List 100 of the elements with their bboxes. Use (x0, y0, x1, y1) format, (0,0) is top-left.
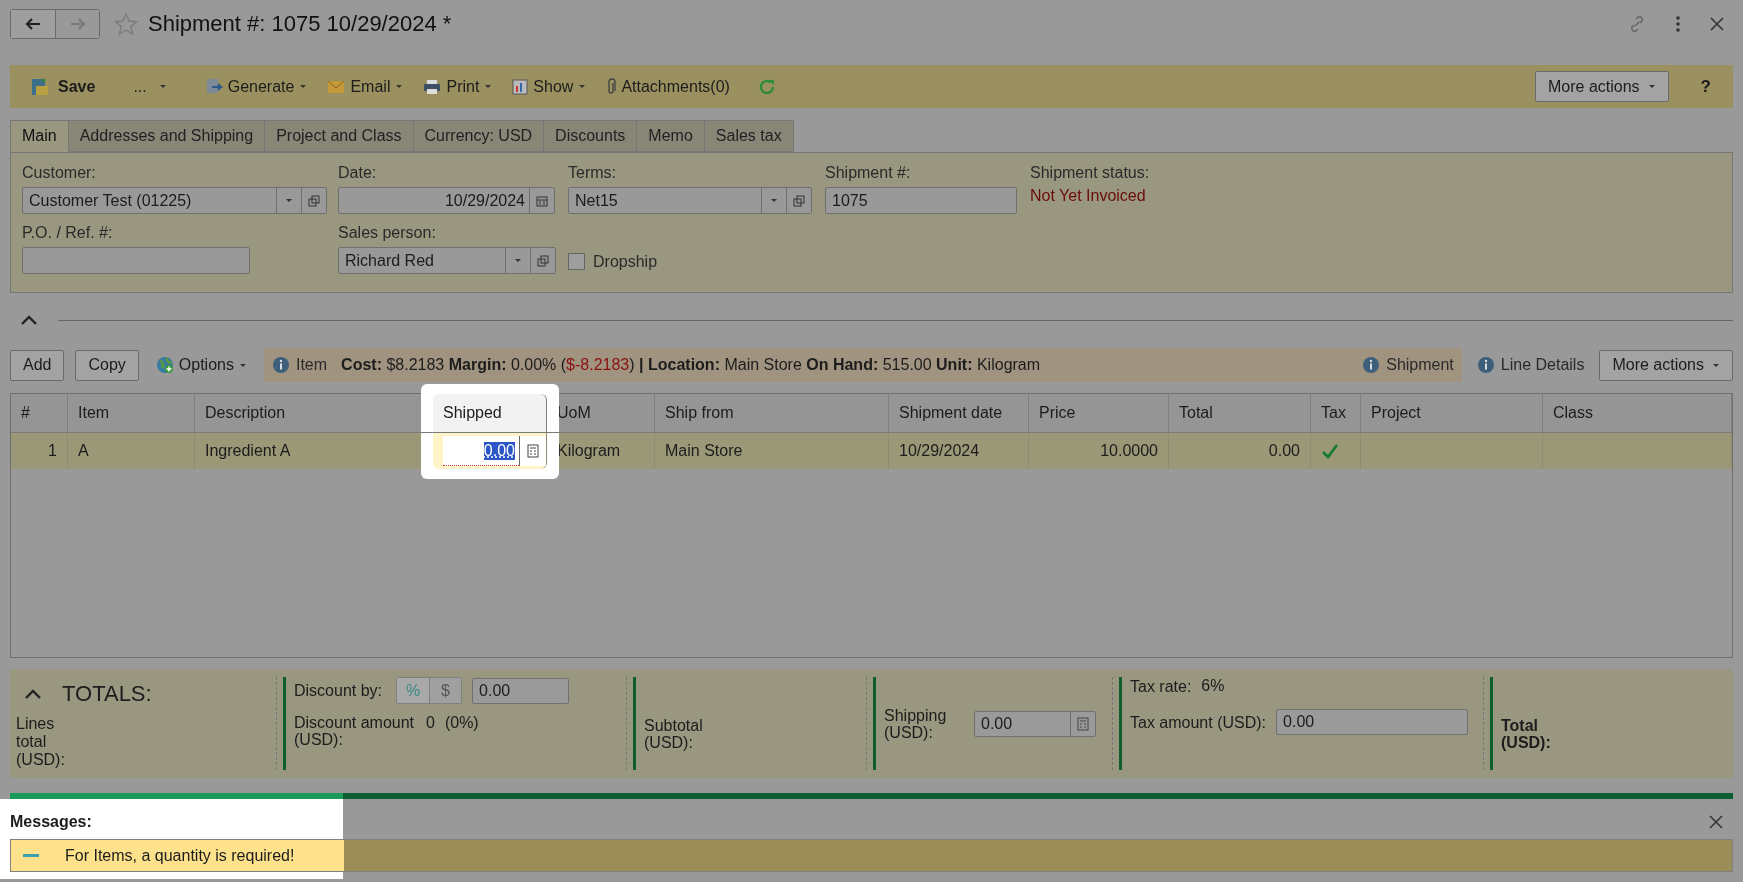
globe-icon (155, 356, 174, 374)
po-field[interactable] (22, 247, 250, 274)
info-icon (1476, 356, 1495, 374)
caret-icon (770, 198, 778, 203)
more-actions-button[interactable]: More actions (1535, 71, 1669, 102)
table-cell: Main Store (655, 433, 889, 469)
table-cell: 10.0000 (1029, 433, 1169, 469)
item-link[interactable]: Item (271, 356, 328, 374)
info-icon (1362, 356, 1381, 374)
tab[interactable]: Main (10, 120, 69, 152)
customer-field[interactable]: Customer Test (01225) (22, 187, 327, 214)
calculator-icon (527, 444, 539, 458)
status-text: Not Yet Invoiced (1030, 187, 1147, 205)
date-field[interactable]: 10/29/2024 (338, 187, 555, 214)
star-icon[interactable] (114, 12, 138, 36)
tax-rate-label: Tax rate: (1130, 677, 1192, 695)
popup-icon (537, 254, 549, 267)
email-menu[interactable]: Email (321, 77, 410, 96)
tab[interactable]: Sales tax (704, 120, 794, 152)
field-label: Terms: (568, 164, 617, 182)
column-header[interactable]: Price (1029, 394, 1169, 432)
chart-icon (512, 78, 529, 95)
column-header[interactable]: Item (68, 394, 195, 432)
popup-icon (793, 194, 805, 207)
column-header[interactable]: Tax (1311, 394, 1361, 432)
calendar-icon (536, 194, 548, 207)
more-actions-button[interactable]: More actions (1599, 349, 1733, 381)
column-header[interactable]: # (11, 394, 68, 432)
field-label: Shipment status: (1030, 164, 1150, 182)
tab[interactable]: Project and Class (265, 120, 414, 152)
line-details-link[interactable]: Line Details (1476, 356, 1585, 374)
discount-amount-value: 0 (426, 714, 435, 732)
caret-icon (285, 198, 293, 203)
shipping-label: Shipping (USD): (884, 706, 948, 741)
caret-icon (484, 84, 493, 89)
column-header[interactable]: Project (1361, 394, 1543, 432)
caret-icon (238, 362, 247, 368)
more-button[interactable]: ... (127, 77, 173, 96)
shipping-input[interactable]: 0.00 (974, 710, 1096, 737)
save-button[interactable]: Save (24, 76, 102, 97)
totals-title: TOTALS: (62, 681, 152, 707)
column-header[interactable]: Shipment date (889, 394, 1029, 432)
table-cell: A (68, 433, 195, 469)
attachments-button[interactable]: Attachments(0) (600, 77, 736, 96)
more-icon[interactable] (1675, 15, 1681, 33)
column-header[interactable]: Class (1543, 394, 1732, 432)
terms-field[interactable]: Net15 (568, 187, 812, 214)
discount-label: Discount by: (294, 682, 383, 699)
help-button[interactable]: ? (1694, 75, 1717, 98)
save-icon (30, 76, 50, 97)
paperclip-icon (606, 77, 617, 96)
options-menu[interactable]: Options (149, 356, 253, 374)
discount-percent: (0%) (444, 714, 479, 732)
close-icon[interactable] (1709, 815, 1723, 829)
dropship-checkbox[interactable] (568, 253, 585, 270)
tab[interactable]: Memo (637, 120, 705, 152)
field-label: Sales person: (338, 224, 437, 242)
field-label: Date: (338, 164, 378, 182)
shipment-link[interactable]: Shipment (1362, 356, 1454, 374)
back-button[interactable] (11, 10, 55, 38)
close-icon[interactable] (1709, 16, 1725, 32)
caret-icon (299, 84, 308, 89)
collapse-icon[interactable] (24, 688, 42, 700)
checkbox-label: Dropship (593, 252, 658, 271)
add-button[interactable]: Add (10, 349, 65, 381)
calculator-icon (1077, 716, 1089, 731)
field-label: Customer: (22, 164, 97, 182)
column-header[interactable]: Ship from (655, 394, 889, 432)
tab[interactable]: Addresses and Shipping (68, 120, 266, 152)
discount-amount-label: Discount amount (USD): (294, 714, 416, 748)
table-cell: 0.00 (1169, 433, 1311, 469)
left-arrow-icon (25, 18, 41, 30)
messages-title: Messages: (10, 813, 92, 831)
minus-icon[interactable] (23, 853, 39, 858)
shipment-number-field[interactable]: 1075 (825, 187, 1017, 214)
tax-amount-input[interactable]: 0.00 (1276, 709, 1469, 735)
total-label: Total (USD): (1501, 716, 1552, 751)
generate-menu[interactable]: Generate (198, 77, 314, 96)
refresh-icon[interactable] (757, 77, 776, 96)
window-title: Shipment #: 1075 10/29/2024 * (148, 11, 452, 37)
sales-person-field[interactable]: Richard Red (338, 247, 556, 274)
show-menu[interactable]: Show (506, 77, 593, 96)
table-cell: 1 (11, 433, 68, 469)
tab[interactable]: Discounts (544, 120, 638, 152)
column-header[interactable]: Total (1169, 394, 1311, 432)
envelope-icon (327, 79, 346, 94)
print-menu[interactable]: Print (417, 77, 499, 96)
caret-icon (158, 84, 167, 89)
discount-mode-button[interactable]: $ (429, 678, 462, 703)
caret-icon (578, 84, 587, 89)
tab[interactable]: Currency: USD (413, 120, 545, 152)
discount-input[interactable]: 0.00 (472, 677, 570, 704)
caret-icon (1712, 362, 1720, 368)
printer-icon (423, 78, 442, 95)
popup-icon (308, 194, 320, 207)
copy-button[interactable]: Copy (75, 349, 139, 381)
collapse-icon[interactable] (20, 314, 38, 326)
info-icon (271, 356, 290, 374)
right-arrow-icon (69, 18, 86, 30)
message-text: For Items, a quantity is required! (65, 846, 295, 865)
